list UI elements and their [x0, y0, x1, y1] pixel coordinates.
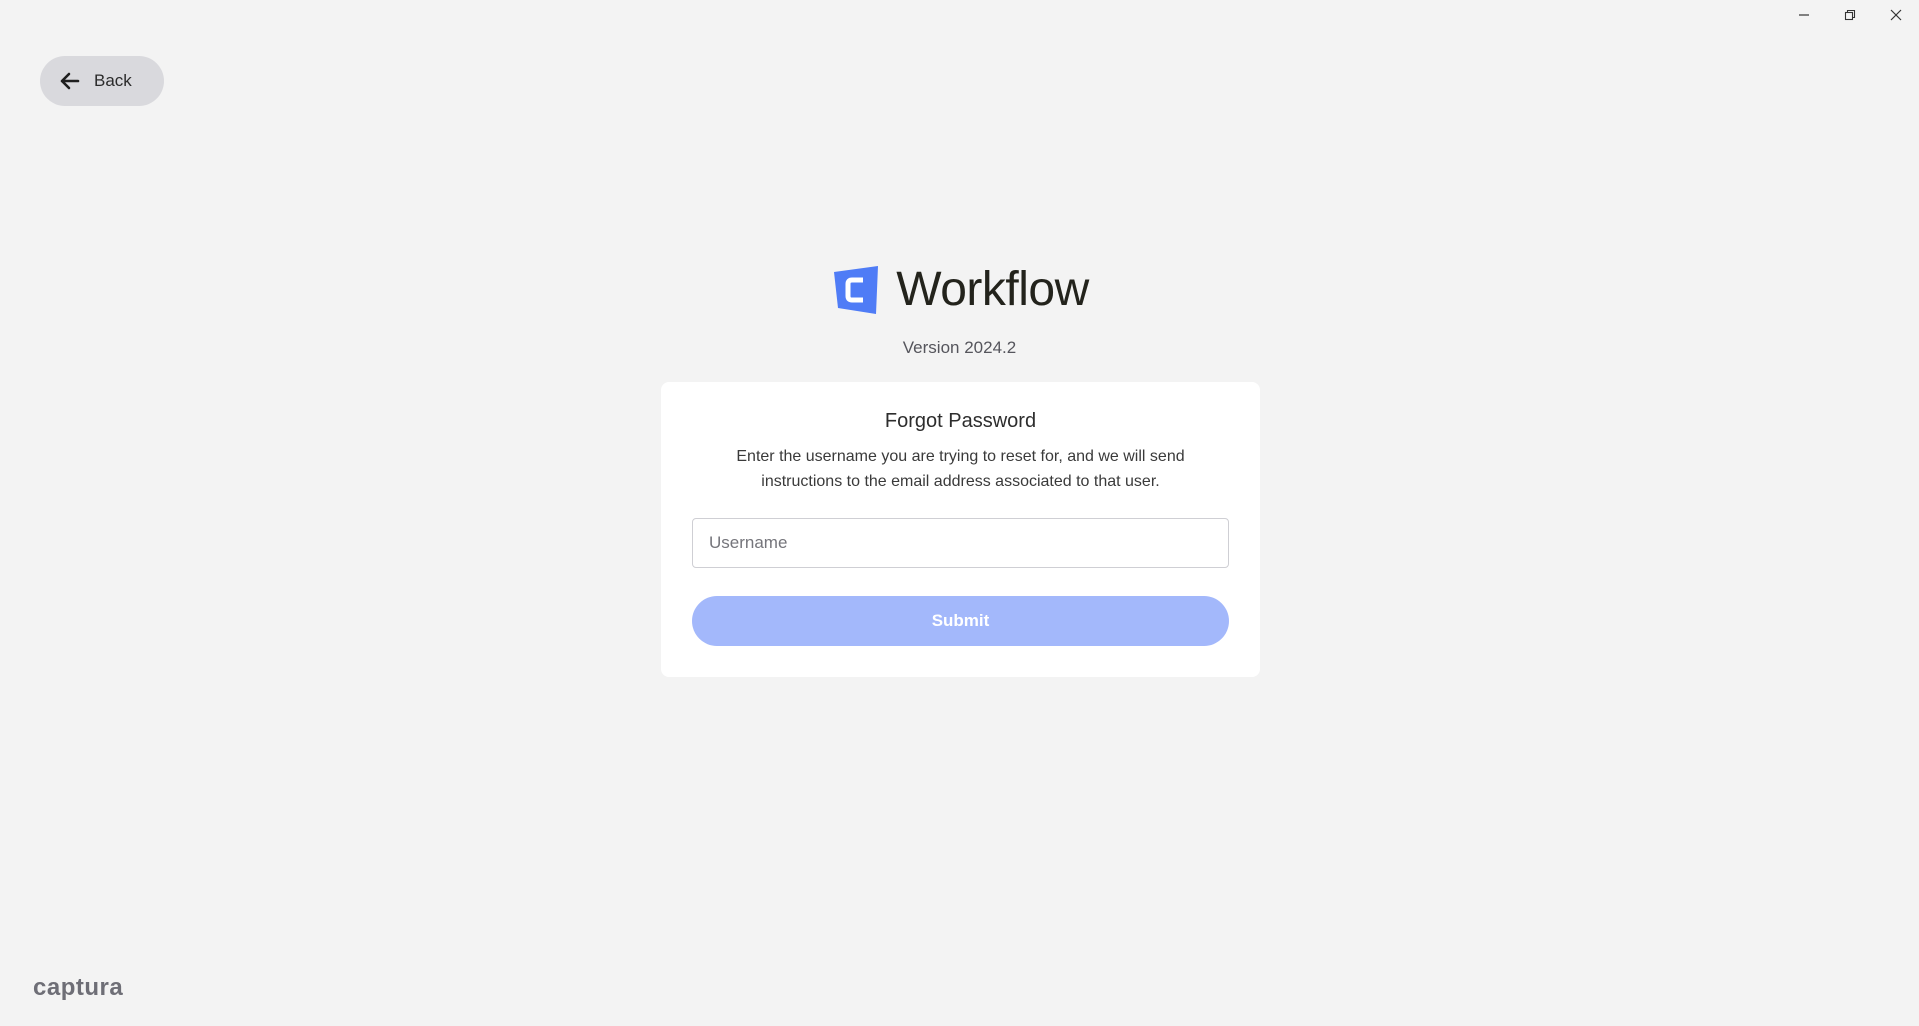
version-text: Version 2024.2	[902, 338, 1017, 357]
close-button[interactable]	[1873, 0, 1919, 30]
arrow-left-icon	[60, 72, 80, 90]
card-title: Forgot Password	[884, 410, 1037, 432]
minimize-button[interactable]	[1781, 0, 1827, 30]
restore-button[interactable]	[1827, 0, 1873, 30]
close-icon	[1890, 9, 1902, 21]
app-name: Workflow	[896, 263, 1089, 316]
footer-logo: captura	[33, 974, 124, 1001]
submit-button[interactable]: Submit	[692, 596, 1229, 646]
app-window: Back Workflow Version 2024.2 Forgot Pass…	[0, 0, 1919, 1026]
minimize-icon	[1799, 14, 1809, 16]
brand-header: Workflow	[0, 262, 1919, 317]
workflow-logo-icon	[834, 265, 879, 314]
username-input[interactable]	[692, 518, 1229, 568]
back-button-label: Back	[94, 71, 132, 90]
forgot-password-card: Forgot Password Enter the username you a…	[661, 382, 1260, 677]
card-description: Enter the username you are trying to res…	[736, 448, 1185, 490]
restore-icon	[1844, 9, 1856, 21]
window-controls	[1781, 0, 1919, 30]
back-button[interactable]: Back	[40, 56, 164, 106]
